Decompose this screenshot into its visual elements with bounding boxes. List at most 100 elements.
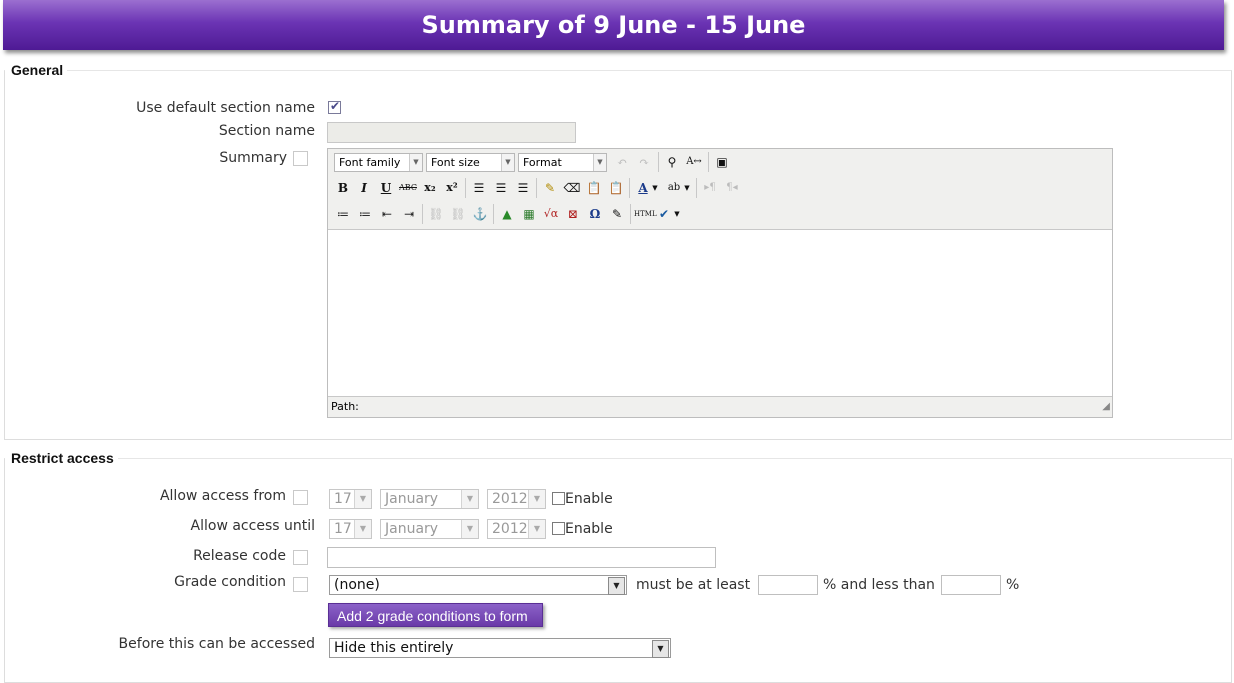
align-left-icon[interactable]: ☰	[469, 178, 489, 198]
format-select[interactable]: Format ▼	[518, 153, 607, 172]
editor-toolbar: Font family ▼ Font size ▼ Format ▼ ↶ ↷ ⚲ A↔…	[328, 149, 1112, 230]
undo-icon[interactable]: ↶	[612, 152, 632, 172]
release-code-label: Release code	[193, 548, 286, 564]
find-icon[interactable]: ⚲	[662, 152, 682, 172]
allow-until-label: Allow access until	[190, 518, 315, 534]
allow-until-year-value: 2012	[492, 521, 528, 537]
redo-icon[interactable]: ↷	[634, 152, 654, 172]
before-accessed-value: Hide this entirely	[334, 640, 454, 656]
bullet-list-icon[interactable]: ≔	[333, 204, 353, 224]
chevron-down-icon: ▼	[608, 577, 625, 595]
font-family-select[interactable]: Font family ▼	[334, 153, 423, 172]
allow-from-month-value: January	[385, 491, 439, 507]
omega-icon[interactable]: Ω	[585, 204, 605, 224]
section-name-label: Section name	[218, 123, 315, 139]
superscript-icon[interactable]: x²	[442, 178, 462, 198]
allow-from-day-select[interactable]: 17 ▼	[329, 489, 372, 509]
chevron-down-icon: ▼	[354, 490, 371, 508]
use-default-label: Use default section name	[136, 100, 315, 116]
italic-icon[interactable]: I	[354, 178, 374, 198]
numbered-list-icon[interactable]: ≔	[355, 204, 375, 224]
grade-condition-help-box[interactable]	[293, 577, 308, 592]
allow-until-month-select[interactable]: January ▼	[380, 519, 479, 539]
allow-until-enable-label[interactable]: Enable	[565, 521, 613, 537]
restrict-legend[interactable]: Restrict access	[5, 450, 118, 466]
allow-from-year-select[interactable]: 2012 ▼	[487, 489, 546, 509]
editor-path-bar: Path: ◢	[328, 396, 1112, 417]
summary-help-box[interactable]	[293, 151, 308, 166]
link-icon[interactable]: ⛓	[426, 204, 446, 224]
grade-condition-select[interactable]: (none) ▼	[329, 575, 627, 595]
allow-from-help-box[interactable]	[293, 490, 308, 505]
allow-from-enable-checkbox[interactable]	[552, 492, 565, 505]
anchor-icon[interactable]: ⚓	[470, 204, 490, 224]
grade-min-input[interactable]	[758, 575, 818, 595]
allow-from-label: Allow access from	[159, 488, 286, 504]
highlight-icon[interactable]: ab	[664, 178, 684, 198]
allow-from-enable-label[interactable]: Enable	[565, 491, 613, 507]
chevron-down-icon: ▼	[409, 154, 422, 171]
bold-icon[interactable]: B	[333, 178, 353, 198]
font-size-select[interactable]: Font size ▼	[426, 153, 515, 172]
replace-icon[interactable]: A↔	[684, 152, 704, 172]
outdent-icon[interactable]: ⇤	[377, 204, 397, 224]
section-name-input[interactable]	[327, 122, 576, 143]
paste-text-icon[interactable]: 📋	[584, 178, 604, 198]
chevron-down-icon[interactable]: ▼	[650, 178, 660, 198]
chevron-down-icon: ▼	[461, 520, 478, 538]
equation-icon[interactable]: √α	[541, 204, 561, 224]
rtl-icon[interactable]: ¶◂	[722, 178, 742, 198]
font-family-value: Font family	[339, 156, 401, 169]
allow-until-month-value: January	[385, 521, 439, 537]
release-code-input[interactable]	[327, 547, 716, 568]
align-center-icon[interactable]: ☰	[491, 178, 511, 198]
chevron-down-icon: ▼	[461, 490, 478, 508]
path-label: Path:	[331, 400, 359, 413]
chevron-down-icon: ▼	[652, 640, 669, 658]
percent-text: %	[1006, 577, 1020, 593]
allow-until-enable-checkbox[interactable]	[552, 522, 565, 535]
format-value: Format	[523, 156, 562, 169]
allow-until-day-select[interactable]: 17 ▼	[329, 519, 372, 539]
image-icon[interactable]: ▲	[497, 204, 517, 224]
allow-until-day-value: 17	[334, 521, 352, 537]
nolink-icon[interactable]: ⊠	[563, 204, 583, 224]
chevron-down-icon: ▼	[528, 520, 545, 538]
indent-icon[interactable]: ⇥	[399, 204, 419, 224]
align-right-icon[interactable]: ☰	[513, 178, 533, 198]
grade-max-input[interactable]	[941, 575, 1001, 595]
summary-label: Summary	[219, 150, 287, 166]
release-code-help-box[interactable]	[293, 550, 308, 565]
paste-word-icon[interactable]: 📋	[606, 178, 626, 198]
html-icon[interactable]: HTML	[634, 204, 657, 224]
fullscreen-icon[interactable]: ▣	[712, 152, 732, 172]
allow-until-year-select[interactable]: 2012 ▼	[487, 519, 546, 539]
unlink-icon[interactable]: ⛓	[448, 204, 468, 224]
allow-from-year-value: 2012	[492, 491, 528, 507]
eraser-icon[interactable]: ⌫	[562, 178, 582, 198]
chevron-down-icon: ▼	[501, 154, 514, 171]
media-icon[interactable]: ▦	[519, 204, 539, 224]
resize-handle-icon[interactable]: ◢	[1102, 397, 1110, 417]
ltr-icon[interactable]: ▸¶	[700, 178, 720, 198]
general-legend[interactable]: General	[5, 62, 67, 78]
allow-from-day-value: 17	[334, 491, 352, 507]
before-accessed-select[interactable]: Hide this entirely ▼	[329, 638, 671, 658]
chevron-down-icon[interactable]: ▼	[682, 178, 692, 198]
allow-from-month-select[interactable]: January ▼	[380, 489, 479, 509]
subscript-icon[interactable]: x₂	[420, 178, 440, 198]
font-size-value: Font size	[431, 156, 480, 169]
spellcheck-icon[interactable]: ✔	[654, 204, 674, 224]
underline-icon[interactable]: U	[376, 178, 396, 198]
chevron-down-icon[interactable]: ▼	[672, 204, 682, 224]
chevron-down-icon: ▼	[593, 154, 606, 171]
editor-content[interactable]	[328, 230, 1112, 397]
must-be-at-least-text: must be at least	[636, 577, 751, 593]
clean-icon[interactable]: ✎	[540, 178, 560, 198]
chevron-down-icon: ▼	[354, 520, 371, 538]
use-default-checkbox[interactable]	[328, 99, 341, 114]
edit-icon[interactable]: ✎	[607, 204, 627, 224]
add-grade-conditions-button[interactable]: Add 2 grade conditions to form	[328, 603, 543, 627]
chevron-down-icon: ▼	[528, 490, 545, 508]
strikethrough-icon[interactable]: ABC	[398, 178, 418, 198]
